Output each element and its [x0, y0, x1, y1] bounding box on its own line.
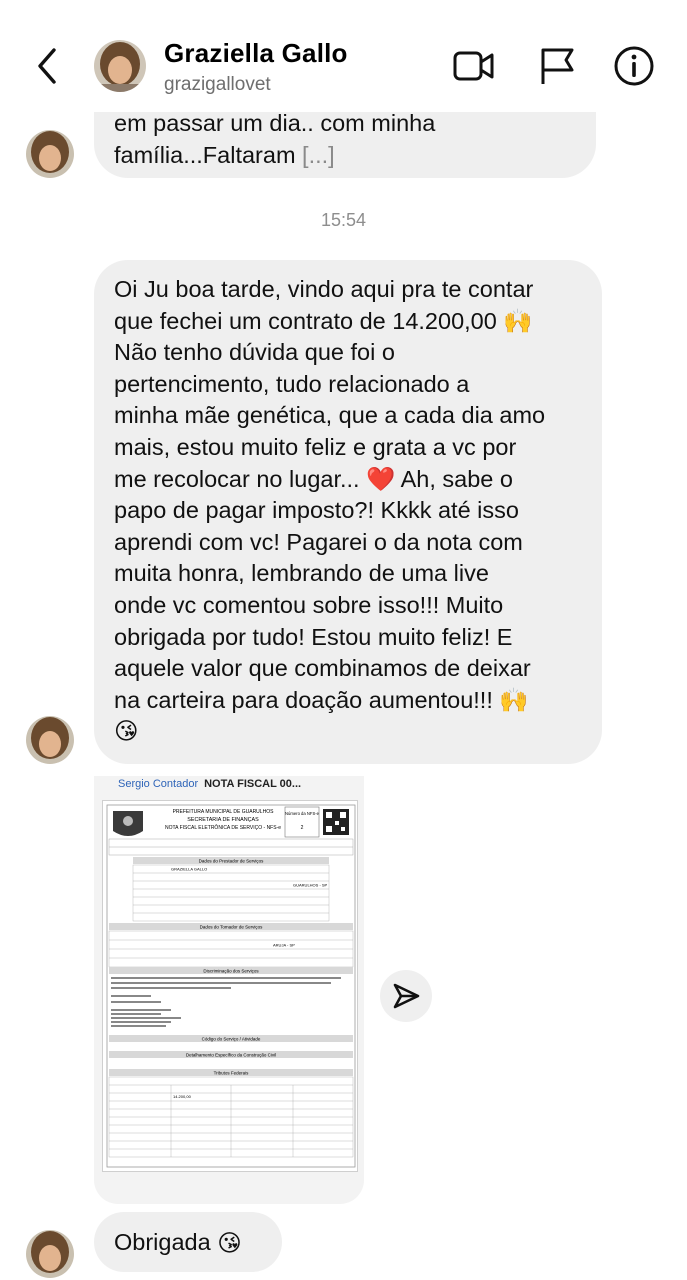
section-codigo: Código do Serviço / Atividade	[202, 1037, 261, 1042]
back-button[interactable]	[28, 44, 68, 88]
flag-icon	[541, 48, 574, 84]
city-crest-icon	[113, 811, 143, 836]
sender-avatar[interactable]	[26, 716, 74, 764]
sender-avatar[interactable]	[26, 1230, 74, 1278]
kiss-emoji: 😘	[217, 1230, 242, 1256]
section-prestador: Dados do Prestador de Serviços	[199, 859, 265, 864]
attachment-caption: Sergio Contador NOTA FISCAL 00...	[118, 778, 302, 790]
prestador-city: GUARULHOS - SP	[293, 883, 328, 888]
info-button[interactable]	[612, 44, 656, 88]
section-discriminacao: Discriminação dos Serviços	[203, 969, 259, 974]
message-timestamp: 15:54	[320, 210, 367, 230]
tomador-city: ARUJA - SP	[273, 943, 295, 948]
display-name[interactable]: Graziella Gallo	[164, 38, 348, 69]
video-camera-icon	[453, 51, 494, 81]
valor-servico: 14.200,00	[173, 1094, 192, 1099]
image-attachment[interactable]: Sergio Contador NOTA FISCAL 00... PREFEIT…	[94, 776, 364, 1204]
section-tributos: Tributos Federais	[214, 1071, 250, 1076]
message-text: em passar um dia.. com minha família...F…	[114, 110, 436, 168]
username[interactable]: grazigallovet	[164, 74, 271, 96]
share-button[interactable]	[380, 970, 432, 1022]
section-tomador: Dados do Tomador de Serviços	[200, 925, 263, 930]
sender-avatar[interactable]	[26, 130, 74, 178]
doc-heading-1: PREFEITURA MUNICIPAL DE GUARULHOS	[173, 809, 275, 815]
send-icon	[393, 983, 420, 1009]
invoice-illustration: PREFEITURA MUNICIPAL DE GUARULHOS SECRET…	[106, 804, 356, 1168]
chevron-left-icon	[38, 48, 56, 84]
avatar[interactable]	[94, 40, 146, 92]
doc-number-label: Número da NFS-e	[285, 811, 320, 816]
video-call-button[interactable]	[452, 44, 496, 88]
prestador-name: GRAZIELLA GALLO	[171, 867, 207, 872]
invoice-document: PREFEITURA MUNICIPAL DE GUARULHOS SECRET…	[102, 800, 358, 1172]
see-more-ellipsis[interactable]: [...]	[302, 142, 335, 168]
message-bubble-last[interactable]: Obrigada 😘	[94, 1212, 282, 1272]
info-icon	[614, 46, 654, 86]
section-construcao: Detalhamento Específico da Construção Ci…	[186, 1053, 276, 1058]
message-text: Oi Ju boa tarde, vindo aqui pra te conta…	[114, 276, 546, 745]
message-bubble-main[interactable]: Oi Ju boa tarde, vindo aqui pra te conta…	[94, 260, 602, 764]
conversation-header: Graziella Gallo grazigallovet	[0, 0, 687, 112]
report-button[interactable]	[536, 44, 580, 88]
doc-heading-3: NOTA FISCAL ELETRÔNICA DE SERVIÇO - NFS-…	[165, 824, 281, 831]
doc-heading-2: SECRETARIA DE FINANÇAS	[187, 817, 259, 823]
qr-code-icon	[323, 809, 349, 835]
doc-number: 2	[301, 825, 304, 831]
message-text: Obrigada	[114, 1229, 211, 1255]
